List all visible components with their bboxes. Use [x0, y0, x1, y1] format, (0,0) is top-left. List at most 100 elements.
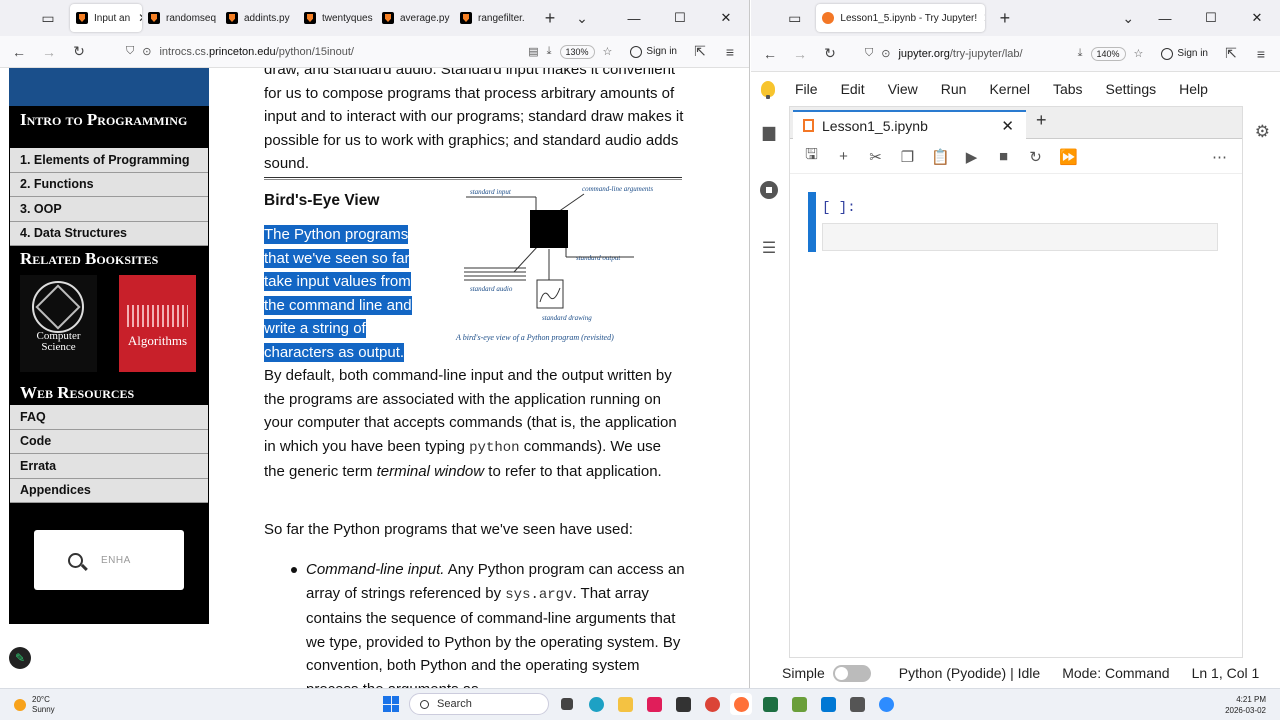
edge-icon[interactable] — [585, 693, 607, 715]
book-computer-science[interactable]: Computer Science — [20, 275, 97, 372]
cut-icon[interactable]: ✂ — [867, 148, 884, 166]
vscode-icon[interactable] — [817, 693, 839, 715]
folder-icon[interactable]: ▆ — [759, 122, 779, 142]
close-icon[interactable]: ✕ — [983, 11, 985, 25]
chevron-down-icon[interactable]: ⌄ — [568, 4, 596, 32]
tab-twentyques[interactable]: twentyques — [298, 4, 376, 32]
download-icon[interactable]: ⤓ — [547, 45, 552, 58]
minimize-icon[interactable]: — — [1142, 0, 1188, 36]
close-window-icon[interactable]: ✕ — [703, 0, 749, 36]
extensions-icon[interactable]: ⇱ — [687, 39, 713, 65]
table-of-contents-icon[interactable]: ☰ — [759, 238, 779, 258]
book-algorithms[interactable]: Algorithms — [119, 275, 196, 372]
menu-tabs[interactable]: Tabs — [1053, 81, 1083, 97]
zoom-app-icon[interactable] — [875, 693, 897, 715]
cell-input[interactable] — [822, 223, 1218, 251]
task-view-icon[interactable] — [556, 693, 578, 715]
sidebar-item-oop[interactable]: 3. OOP — [10, 197, 208, 222]
sidebar-item-code[interactable]: Code — [10, 429, 208, 454]
back-icon[interactable]: ← — [6, 39, 32, 65]
taskbar-search[interactable]: Search — [409, 693, 549, 715]
simple-mode-toggle[interactable] — [832, 664, 871, 682]
firefox-icon[interactable] — [730, 693, 752, 715]
sidebar-item-appendices[interactable]: Appendices — [10, 478, 208, 503]
restart-icon[interactable]: ↻ — [1027, 148, 1044, 166]
start-button[interactable] — [380, 693, 402, 715]
menu-edit[interactable]: Edit — [841, 81, 865, 97]
menu-settings[interactable]: Settings — [1106, 81, 1157, 97]
reload-icon[interactable]: ↻ — [66, 39, 92, 65]
back-icon[interactable]: ← — [757, 41, 783, 67]
reload-icon[interactable]: ↻ — [817, 41, 843, 67]
file-explorer-icon[interactable] — [614, 693, 636, 715]
sidebar-item-faq[interactable]: FAQ — [10, 405, 208, 430]
menu-run[interactable]: Run — [941, 81, 967, 97]
forward-icon[interactable]: → — [36, 39, 62, 65]
sign-in-button[interactable]: Sign in — [1155, 47, 1214, 60]
sidebar-item-data-structures[interactable]: 4. Data Structures — [10, 221, 208, 246]
cursor-position[interactable]: Ln 1, Col 1 — [1192, 665, 1260, 681]
terminal-icon[interactable] — [672, 693, 694, 715]
stop-icon[interactable]: ■ — [995, 148, 1012, 165]
new-tab-icon[interactable]: + — [536, 4, 564, 32]
new-tab-icon[interactable]: + — [991, 4, 1018, 32]
notebook-tab[interactable]: Lesson1_5.ipynb ✕ — [793, 110, 1026, 139]
sidebar-item-elements[interactable]: 1. Elements of Programming — [10, 148, 208, 173]
tool-icon[interactable] — [788, 693, 810, 715]
extensions-icon[interactable]: ⇱ — [1218, 41, 1244, 67]
run-icon[interactable]: ▶ — [963, 148, 980, 166]
bookmark-star-icon[interactable]: ☆ — [1134, 47, 1144, 60]
copy-icon[interactable]: ❐ — [899, 148, 916, 166]
sign-in-button[interactable]: Sign in — [624, 45, 683, 58]
highlighted-text[interactable]: The Python programs that we've seen so f… — [264, 223, 424, 365]
tab-average[interactable]: average.py — [376, 4, 454, 32]
menu-icon[interactable]: ≡ — [1248, 41, 1274, 67]
new-launcher-icon[interactable]: + — [1036, 110, 1047, 131]
excel-icon[interactable] — [759, 693, 781, 715]
forward-icon[interactable]: → — [787, 41, 813, 67]
kernel-status[interactable]: Python (Pyodide) | Idle — [899, 665, 1040, 681]
url-bar[interactable]: ⛉ ⊙ jupyter.org/try-jupyter/lab/ ⤓ 140% … — [857, 41, 1151, 67]
minimize-icon[interactable]: — — [611, 0, 657, 36]
tab-list-icon[interactable]: ▭ — [781, 4, 808, 32]
maximize-icon[interactable]: ☐ — [657, 0, 703, 36]
reader-icon[interactable]: ▤ — [528, 45, 538, 58]
chrome-icon[interactable] — [701, 693, 723, 715]
sidebar-search-box[interactable]: ENHA — [34, 530, 184, 590]
close-window-icon[interactable]: ✕ — [1234, 0, 1280, 36]
save-icon[interactable]: 🖫 — [803, 144, 820, 169]
menu-help[interactable]: Help — [1179, 81, 1208, 97]
tab-input[interactable]: Input an ✕ — [70, 4, 142, 32]
paste-icon[interactable]: 📋 — [931, 148, 950, 166]
close-icon[interactable]: ✕ — [1001, 117, 1014, 135]
download-icon[interactable]: ⤓ — [1078, 47, 1083, 60]
running-kernels-icon[interactable] — [759, 180, 779, 200]
tab-list-icon[interactable]: ▭ — [34, 4, 62, 32]
tab-randomseq[interactable]: randomseq — [142, 4, 220, 32]
menu-icon[interactable]: ≡ — [717, 39, 743, 65]
fast-forward-icon[interactable]: ⏩ — [1059, 148, 1078, 166]
tab-addints[interactable]: addints.py — [220, 4, 298, 32]
menu-view[interactable]: View — [888, 81, 918, 97]
weather-widget[interactable]: 20°C Sunny — [14, 695, 55, 715]
edit-pencil-icon[interactable]: ✎ — [9, 647, 31, 669]
menu-file[interactable]: File — [795, 81, 818, 97]
bookmark-star-icon[interactable]: ☆ — [603, 45, 613, 58]
maximize-icon[interactable]: ☐ — [1188, 0, 1234, 36]
sidebar-item-errata[interactable]: Errata — [10, 454, 208, 479]
slack-icon[interactable] — [643, 693, 665, 715]
zoom-badge[interactable]: 140% — [1090, 46, 1126, 61]
tab-jupyter[interactable]: Lesson1_5.ipynb - Try Jupyter! ✕ — [816, 4, 986, 32]
url-bar[interactable]: ⛉ ⊙ introcs.cs.princeton.edu/python/15in… — [118, 39, 620, 65]
chevron-down-icon[interactable]: ⌄ — [1115, 4, 1142, 32]
sidebar-item-functions[interactable]: 2. Functions — [10, 172, 208, 197]
code-cell[interactable]: [ ]: — [808, 192, 1218, 252]
insert-cell-icon[interactable]: + — [835, 148, 852, 165]
more-icon[interactable]: ⋯ — [1211, 148, 1228, 166]
tab-rangefilter[interactable]: rangefilter. — [454, 4, 530, 32]
property-inspector-icon[interactable]: ⚙ — [1255, 122, 1270, 142]
media-icon[interactable] — [846, 693, 868, 715]
zoom-badge[interactable]: 130% — [559, 44, 595, 59]
system-clock[interactable]: 4:21 PM 2026-03-02 — [1225, 694, 1266, 716]
menu-kernel[interactable]: Kernel — [989, 81, 1029, 97]
